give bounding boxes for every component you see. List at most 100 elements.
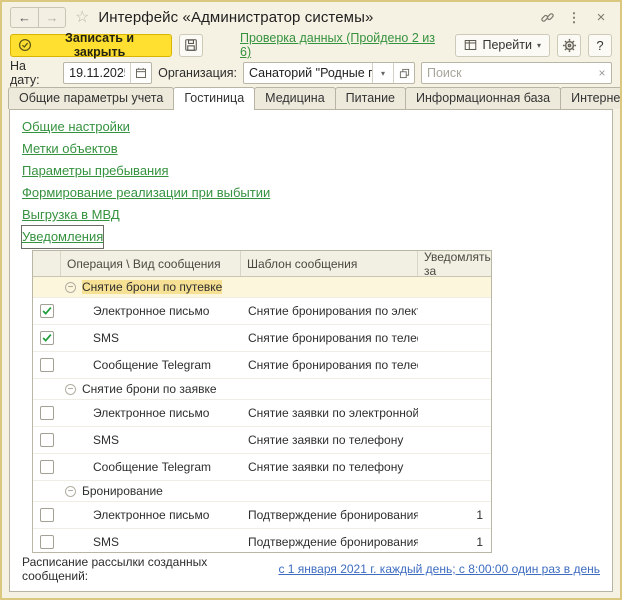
nav-link-2[interactable]: Параметры пребывания xyxy=(22,160,169,182)
floppy-icon xyxy=(184,38,198,52)
app-window: ← → ☆ Интерфейс «Администратор системы» … xyxy=(0,0,622,600)
tab-2[interactable]: Медицина xyxy=(254,87,336,109)
checkbox-cell xyxy=(33,508,61,522)
tab-1[interactable]: Гостиница xyxy=(173,87,255,110)
group-name-cell: −Снятие брони по путевке xyxy=(61,280,241,294)
table-row[interactable]: Электронное письмоПодтверждение брониров… xyxy=(33,502,491,529)
more-menu-icon[interactable]: ⋮ xyxy=(565,9,583,27)
command-bar: Записать и закрыть Проверка данных (Прой… xyxy=(2,30,620,60)
group-row-1[interactable]: −Снятие брони по заявке xyxy=(33,379,491,400)
template-cell: Снятие бронирования по телефону xyxy=(241,331,418,345)
search-clear-icon[interactable]: × xyxy=(593,66,611,80)
row-checkbox[interactable] xyxy=(40,406,54,420)
header-checkbox-column xyxy=(33,251,61,276)
data-check-link[interactable]: Проверка данных (Пройдено 2 из 6) xyxy=(240,31,448,59)
header-operation-column[interactable]: Операция \ Вид сообщения xyxy=(61,251,241,276)
template-cell: Снятие бронирования по телефону xyxy=(241,358,418,372)
back-button[interactable]: ← xyxy=(11,8,38,27)
checkbox-cell xyxy=(33,406,61,420)
table-row[interactable]: SMSСнятие бронирования по телефону xyxy=(33,325,491,352)
row-checkbox[interactable] xyxy=(40,331,54,345)
group-row-0[interactable]: −Снятие брони по путевке xyxy=(33,277,491,298)
dropdown-caret-icon: ▾ xyxy=(537,41,541,50)
date-input[interactable] xyxy=(64,66,130,80)
checkbox-cell xyxy=(33,304,61,318)
nav-link-0[interactable]: Общие настройки xyxy=(22,116,130,138)
tab-5[interactable]: Интернет-сервисы xyxy=(560,87,622,109)
history-nav: ← → xyxy=(10,7,66,28)
table-row[interactable]: SMSПодтверждение бронирования по т...1 xyxy=(33,529,491,553)
date-label: На дату: xyxy=(10,59,57,87)
template-cell: Подтверждение бронирования по э... xyxy=(241,508,418,522)
nav-link-1[interactable]: Метки объектов xyxy=(22,138,118,160)
table-row[interactable]: Электронное письмоСнятие бронирования по… xyxy=(33,298,491,325)
search-field[interactable]: × xyxy=(421,62,612,84)
nav-link-3[interactable]: Формирование реализации при выбытии xyxy=(22,182,270,204)
group-name-cell: −Бронирование xyxy=(61,484,241,498)
group-name: Снятие брони по заявке xyxy=(82,382,217,396)
close-icon[interactable]: × xyxy=(592,9,610,27)
row-checkbox[interactable] xyxy=(40,508,54,522)
tab-strip: Общие параметры учетаГостиницаМедицинаПи… xyxy=(2,86,620,109)
message-type-cell: SMS xyxy=(61,331,241,345)
message-type-cell: Электронное письмо xyxy=(61,406,241,420)
window-title: Интерфейс «Администратор системы» xyxy=(98,9,373,26)
org-combobox[interactable]: Санаторий "Родные просторы" ▾ xyxy=(243,62,415,84)
table-row[interactable]: Сообщение TelegramСнятие бронирования по… xyxy=(33,352,491,379)
search-input[interactable] xyxy=(422,66,593,80)
goto-button[interactable]: Перейти ▾ xyxy=(455,34,550,57)
calendar-icon[interactable] xyxy=(130,63,151,83)
checkbox-cell xyxy=(33,460,61,474)
notify-days-cell: 1 xyxy=(418,535,491,549)
group-row-2[interactable]: −Бронирование xyxy=(33,481,491,502)
message-type-cell: Сообщение Telegram xyxy=(61,358,241,372)
org-dropdown-icon[interactable]: ▾ xyxy=(372,63,393,83)
row-checkbox[interactable] xyxy=(40,358,54,372)
tab-4[interactable]: Информационная база xyxy=(405,87,561,109)
checkbox-cell xyxy=(33,535,61,549)
nav-link-5[interactable]: Уведомления xyxy=(22,226,103,248)
notify-days-cell: 1 xyxy=(418,508,491,522)
row-checkbox[interactable] xyxy=(40,535,54,549)
checkbox-cell xyxy=(33,358,61,372)
message-type-cell: SMS xyxy=(61,433,241,447)
schedule-link[interactable]: с 1 января 2021 г. каждый день; с 8:00:0… xyxy=(278,562,600,576)
group-name-cell: −Снятие брони по заявке xyxy=(61,382,241,396)
row-checkbox[interactable] xyxy=(40,460,54,474)
template-cell: Снятие заявки по электронной почте xyxy=(241,406,418,420)
checkbox-cell xyxy=(33,331,61,345)
collapse-icon[interactable]: − xyxy=(65,282,76,293)
forward-button[interactable]: → xyxy=(38,8,65,27)
header-notify-column[interactable]: Уведомлять за xyxy=(418,251,491,276)
template-cell: Подтверждение бронирования по т... xyxy=(241,535,418,549)
save-button[interactable] xyxy=(179,34,203,57)
nav-link-4[interactable]: Выгрузка в МВД xyxy=(22,204,120,226)
favorite-star-icon[interactable]: ☆ xyxy=(75,10,89,26)
checkbox-cell xyxy=(33,433,61,447)
header-template-column[interactable]: Шаблон сообщения xyxy=(241,251,418,276)
get-link-icon[interactable] xyxy=(538,9,556,27)
settings-links: Общие настройкиМетки объектовПараметры п… xyxy=(20,116,602,248)
hotel-settings-panel: Общие настройкиМетки объектовПараметры п… xyxy=(9,109,613,592)
settings-button[interactable] xyxy=(557,34,581,57)
org-open-icon[interactable] xyxy=(393,63,414,83)
org-label: Организация: xyxy=(158,66,237,80)
table-row[interactable]: Электронное письмоСнятие заявки по элект… xyxy=(33,400,491,427)
title-bar: ← → ☆ Интерфейс «Администратор системы» … xyxy=(2,2,620,30)
tab-0[interactable]: Общие параметры учета xyxy=(8,87,174,109)
row-checkbox[interactable] xyxy=(40,433,54,447)
window-panes-icon xyxy=(464,39,477,51)
save-close-button[interactable]: Записать и закрыть xyxy=(10,34,172,57)
row-checkbox[interactable] xyxy=(40,304,54,318)
table-row[interactable]: SMSСнятие заявки по телефону xyxy=(33,427,491,454)
gear-icon xyxy=(562,38,577,53)
schedule-footer: Расписание рассылки созданных сообщений:… xyxy=(20,553,602,587)
help-button[interactable]: ? xyxy=(588,34,612,57)
date-field[interactable] xyxy=(63,62,152,84)
table-row[interactable]: Сообщение TelegramСнятие заявки по телеф… xyxy=(33,454,491,481)
template-cell: Снятие заявки по телефону xyxy=(241,460,418,474)
collapse-icon[interactable]: − xyxy=(65,486,76,497)
tab-3[interactable]: Питание xyxy=(335,87,406,109)
collapse-icon[interactable]: − xyxy=(65,384,76,395)
notifications-table: Операция \ Вид сообщения Шаблон сообщени… xyxy=(32,250,492,553)
